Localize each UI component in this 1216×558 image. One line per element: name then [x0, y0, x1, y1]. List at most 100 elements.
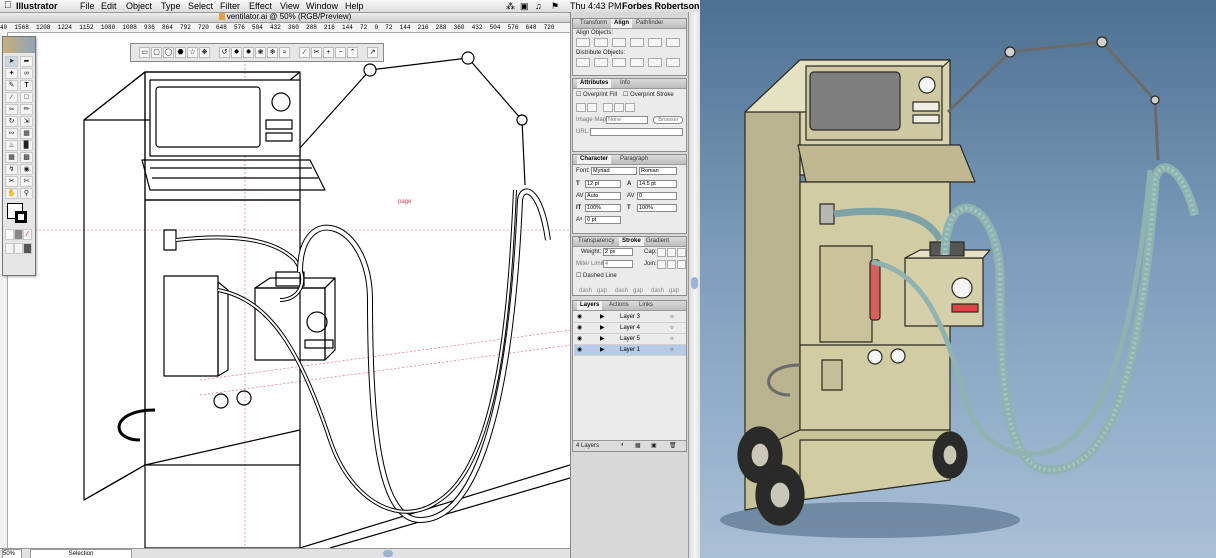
mesh-tool-icon[interactable]: ▦ [5, 152, 18, 163]
projecting-cap-icon[interactable] [677, 248, 686, 257]
lasso-tool-icon[interactable]: ∞ [20, 68, 33, 79]
rectangle-tool-icon[interactable]: □ [20, 92, 33, 103]
convert-anchor-icon[interactable]: ⌃ [347, 47, 358, 58]
align-vcenter-icon[interactable] [648, 38, 662, 47]
visibility-eye-icon[interactable]: ◉ [577, 323, 582, 333]
menu-window[interactable]: Window [306, 0, 338, 12]
rotate-tool-icon[interactable]: ↻ [5, 116, 18, 127]
free-transform-tool-icon[interactable]: ▦ [20, 128, 33, 139]
horizontal-scale-field[interactable]: 100% [637, 204, 677, 212]
bloat-icon[interactable]: ✹ [243, 47, 254, 58]
scissors-tool-icon[interactable]: ✄ [20, 176, 33, 187]
font-family-field[interactable]: Myriad [591, 167, 637, 175]
twirl-icon[interactable]: ↺ [219, 47, 230, 58]
direct-selection-tool-icon[interactable]: ➦ [20, 56, 33, 67]
artboard-canvas[interactable]: page [7, 32, 571, 549]
tab-transparency[interactable]: Transparency [575, 237, 617, 246]
full-screen-menu-icon[interactable] [14, 243, 23, 254]
show-center-icon[interactable] [576, 103, 586, 112]
align-left-icon[interactable] [576, 38, 590, 47]
knife-icon[interactable]: ∕ [299, 47, 310, 58]
align-hcenter-icon[interactable] [594, 38, 608, 47]
tab-paragraph[interactable]: Paragraph [617, 155, 651, 164]
tracking-field[interactable]: 0 [637, 192, 677, 200]
nonzero-rule-icon[interactable] [614, 103, 624, 112]
zoom-tool-icon[interactable]: ⚲ [20, 188, 33, 199]
blend-tool-icon[interactable]: ◉ [20, 164, 33, 175]
miter-limit-field[interactable]: 4 [603, 260, 633, 268]
user-name[interactable]: Forbes Robertson [622, 0, 700, 12]
distribute-bottom-icon[interactable] [612, 58, 626, 67]
eyedropper-tool-icon[interactable]: ↯ [5, 164, 18, 175]
flare-icon[interactable]: ❋ [199, 47, 210, 58]
trash-icon[interactable]: 🗑 [669, 442, 677, 449]
bluetooth-icon[interactable]: ⁂ [506, 0, 515, 12]
type-tool-icon[interactable]: T [20, 80, 33, 91]
weight-field[interactable]: 2 px [603, 248, 633, 256]
distribute-right-icon[interactable] [666, 58, 680, 67]
overprint-stroke-checkbox[interactable]: ☐ Overprint Stroke [623, 91, 674, 98]
dashed-line-checkbox[interactable]: ☐ Dashed Line [576, 272, 617, 279]
tab-stroke[interactable]: Stroke [619, 237, 644, 246]
graph-tool-icon[interactable]: ▉ [20, 140, 33, 151]
menu-file[interactable]: File [80, 0, 95, 12]
measure-icon[interactable]: ↗ [367, 47, 378, 58]
rounded-rectangle-icon[interactable]: ▢ [151, 47, 162, 58]
menu-help[interactable]: Help [345, 0, 364, 12]
symbol-sprayer-tool-icon[interactable]: ♨ [5, 140, 18, 151]
make-clipping-mask-icon[interactable]: ◐ [621, 442, 625, 448]
layer-row[interactable]: ◉ ▶ Layer 5 ○ [574, 334, 686, 345]
magic-wand-tool-icon[interactable]: ✦ [5, 68, 18, 79]
visibility-eye-icon[interactable]: ◉ [577, 312, 582, 322]
none-mode-icon[interactable]: ∕ [23, 229, 32, 240]
polygon-icon[interactable]: ⬣ [175, 47, 186, 58]
menu-filter[interactable]: Filter [220, 0, 240, 12]
standard-screen-icon[interactable] [5, 243, 14, 254]
full-screen-icon[interactable] [23, 243, 32, 254]
rectangle-icon[interactable]: ▭ [139, 47, 150, 58]
target-icon[interactable]: ○ [670, 323, 674, 333]
disclosure-triangle-icon[interactable]: ▶ [600, 334, 605, 344]
distribute-hcenter-icon[interactable] [648, 58, 662, 67]
stroke-swatch[interactable] [15, 211, 27, 223]
butt-cap-icon[interactable] [657, 248, 666, 257]
tab-layers[interactable]: Layers [577, 301, 603, 310]
image-map-select[interactable]: None [606, 116, 648, 124]
add-anchor-icon[interactable]: + [323, 47, 334, 58]
evenodd-rule-icon[interactable] [625, 103, 635, 112]
pen-tool-icon[interactable]: ✎ [5, 80, 18, 91]
horizontal-scroll-thumb[interactable] [383, 550, 393, 557]
menu-object[interactable]: Object [126, 0, 152, 12]
menu-effect[interactable]: Effect [249, 0, 272, 12]
pucker-icon[interactable]: ✸ [231, 47, 242, 58]
disclosure-triangle-icon[interactable]: ▶ [600, 345, 605, 355]
layer-row[interactable]: ◉ ▶ Layer 4 ○ [574, 323, 686, 334]
layer-row[interactable]: ◉ ▶ Layer 3 ○ [574, 312, 686, 323]
visibility-eye-icon[interactable]: ◉ [577, 334, 582, 344]
target-icon[interactable]: ○ [670, 312, 674, 322]
round-cap-icon[interactable] [667, 248, 676, 257]
scale-tool-icon[interactable]: ⇲ [20, 116, 33, 127]
crystallize-icon[interactable]: ❄ [267, 47, 278, 58]
scallop-icon[interactable]: ❀ [255, 47, 266, 58]
round-join-icon[interactable] [667, 260, 676, 269]
volume-icon[interactable]: ♫ [535, 0, 542, 12]
horizontal-ruler[interactable]: 40 1568 1208 1224 1152 1080 1008 936 864… [0, 23, 570, 33]
miter-join-icon[interactable] [657, 260, 666, 269]
distribute-vcenter-icon[interactable] [594, 58, 608, 67]
apple-menu-icon[interactable]:  [4, 0, 12, 12]
target-icon[interactable]: ○ [670, 334, 674, 344]
warp-tool-icon[interactable]: ∾ [5, 128, 18, 139]
menu-view[interactable]: View [280, 0, 299, 12]
target-icon[interactable]: ○ [670, 345, 674, 355]
scissors-icon[interactable]: ✂ [311, 47, 322, 58]
baseline-field[interactable]: 0 pt [585, 216, 621, 224]
tab-align[interactable]: Align [611, 19, 632, 28]
align-top-icon[interactable] [630, 38, 644, 47]
disclosure-triangle-icon[interactable]: ▶ [600, 312, 605, 322]
overprint-fill-checkbox[interactable]: ☐ Overprint Fill [576, 91, 617, 98]
color-mode-icon[interactable] [5, 229, 14, 240]
pencil-tool-icon[interactable]: ✏ [20, 104, 33, 115]
kerning-field[interactable]: Auto [585, 192, 621, 200]
align-right-icon[interactable] [612, 38, 626, 47]
